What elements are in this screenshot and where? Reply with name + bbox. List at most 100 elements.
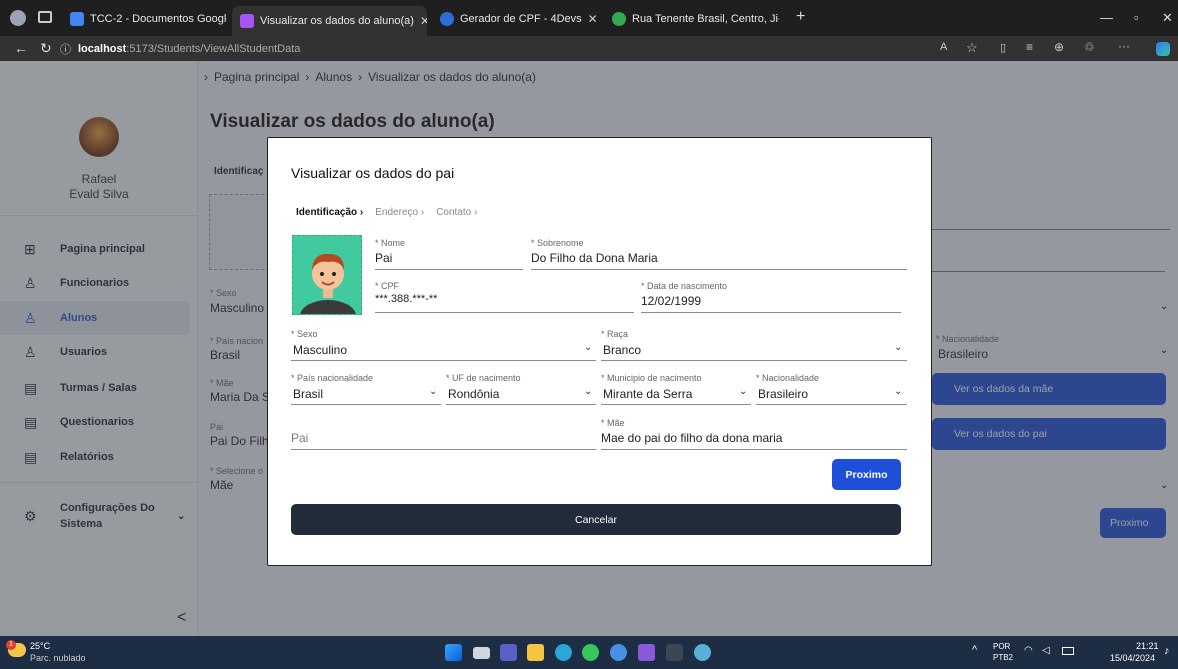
favorite-icon[interactable]: ☆ xyxy=(966,40,978,56)
browser-tab[interactable]: Rua Tenente Brasil, Centro, Ji-Par ✕ xyxy=(604,6,779,32)
wifi-icon[interactable]: ◠ xyxy=(1024,645,1033,656)
battery-icon[interactable] xyxy=(1062,647,1074,655)
nacionalidade-select[interactable]: Brasileiro xyxy=(758,387,808,401)
tab-identificacao[interactable]: Identificação › xyxy=(296,207,363,218)
profile-icon[interactable] xyxy=(10,10,26,26)
teams-icon[interactable] xyxy=(500,644,517,661)
tab-actions-icon[interactable] xyxy=(38,11,52,23)
chevron-right-icon: › xyxy=(420,207,425,218)
close-tab-icon[interactable]: ✕ xyxy=(588,12,597,26)
maps-icon xyxy=(612,12,626,26)
browser-tab[interactable]: TCC-2 - Documentos Google ✕ xyxy=(62,6,227,32)
father-photo[interactable] xyxy=(292,235,362,315)
nascimento-field[interactable]: 12/02/1999 xyxy=(641,294,701,308)
tab-label: Contato xyxy=(436,207,472,218)
docs-icon xyxy=(70,12,84,26)
close-tab-icon[interactable]: ✕ xyxy=(420,14,427,28)
browser-tab-active[interactable]: Visualizar os dados do aluno(a) ✕ xyxy=(232,6,427,36)
browser-icon[interactable] xyxy=(610,644,627,661)
cpf-label: * CPF xyxy=(375,281,400,291)
split-screen-icon[interactable]: ▯ xyxy=(1000,41,1006,54)
read-aloud-icon[interactable]: A xyxy=(940,41,947,53)
chevron-up-icon[interactable]: ^ xyxy=(972,644,977,656)
sobrenome-label: * Sobrenome xyxy=(531,238,584,248)
pais-label: * País nacionalidade xyxy=(291,373,374,383)
notification-bell-icon[interactable]: ♪ xyxy=(1164,645,1170,657)
browser-tab-bar: TCC-2 - Documentos Google ✕ Visualizar o… xyxy=(0,0,1178,36)
browser-tab[interactable]: Gerador de CPF - 4Devs ✕ xyxy=(432,6,597,32)
url-path: :5173/Students/ViewAllStudentData xyxy=(126,43,301,55)
windows-taskbar: 1 25°C Parc. nublado ^ POR PTB2 ◠ ◁ 21:2… xyxy=(0,636,1178,669)
tab-title: Rua Tenente Brasil, Centro, Ji-Par xyxy=(632,13,779,25)
clock-date: 15/04/2024 xyxy=(1110,653,1156,663)
url-field[interactable]: ⓘ localhost:5173/Students/ViewAllStudent… xyxy=(60,40,898,58)
app-icon[interactable] xyxy=(694,644,711,661)
start-icon[interactable] xyxy=(445,644,462,661)
weather-desc: Parc. nublado xyxy=(30,653,86,663)
mae-label: * Mãe xyxy=(601,418,625,428)
modal-title: Visualizar os dados do pai xyxy=(291,165,455,181)
url-host: localhost xyxy=(78,43,127,55)
edge-icon[interactable] xyxy=(555,644,572,661)
minimize-icon[interactable]: — xyxy=(1100,10,1113,25)
visual-studio-icon[interactable] xyxy=(638,644,655,661)
chevron-down-icon: ⌄ xyxy=(584,342,593,353)
back-icon[interactable]: ← xyxy=(14,40,28,56)
file-explorer-icon[interactable] xyxy=(527,644,544,661)
new-tab-icon[interactable]: + xyxy=(796,8,805,26)
sexo-underline xyxy=(291,360,596,361)
uf-select[interactable]: Rondônia xyxy=(448,387,499,401)
nome-field[interactable]: Pai xyxy=(375,251,392,265)
pai-field[interactable]: Pai xyxy=(291,431,308,445)
uf-underline xyxy=(446,404,596,405)
municipio-label: * Municipio de nacimento xyxy=(601,373,702,383)
favorites-icon[interactable]: ≡ xyxy=(1026,40,1033,54)
sexo-label: * Sexo xyxy=(291,329,318,339)
tab-endereco[interactable]: Endereço › xyxy=(375,207,424,218)
weather-badge: 1 xyxy=(6,640,16,650)
refresh-icon[interactable]: ↻ xyxy=(40,40,52,57)
chevron-right-icon: › xyxy=(359,207,364,218)
more-icon[interactable]: ··· xyxy=(1118,39,1130,53)
next-button[interactable]: Proximo xyxy=(832,459,901,490)
extensions-icon[interactable]: ♲ xyxy=(1084,40,1095,54)
restore-icon[interactable]: ▫ xyxy=(1134,10,1139,25)
municipio-select[interactable]: Mirante da Serra xyxy=(603,387,692,401)
language-line1[interactable]: POR xyxy=(993,642,1010,651)
sobrenome-field[interactable]: Do Filho da Dona Maria xyxy=(531,251,658,265)
nacionalidade-label: * Nacionalidade xyxy=(756,373,820,383)
task-view-icon[interactable] xyxy=(473,647,490,659)
modal-tabs: Identificação › Endereço › Contato › xyxy=(296,207,477,218)
municipio-underline xyxy=(601,404,751,405)
cpf-field[interactable]: ***.388.***-** xyxy=(375,293,437,305)
volume-icon[interactable]: ◁ xyxy=(1042,645,1050,656)
nome-label: * Nome xyxy=(375,238,406,248)
clock-time[interactable]: 21:21 xyxy=(1136,641,1159,651)
copilot-icon[interactable] xyxy=(1156,42,1170,56)
raca-label: * Raça xyxy=(601,329,629,339)
language-line2: PTB2 xyxy=(993,653,1014,662)
collections-icon[interactable]: ⊕ xyxy=(1054,40,1064,54)
tab-title: Visualizar os dados do aluno(a) xyxy=(260,15,414,27)
raca-select[interactable]: Branco xyxy=(603,343,641,357)
sexo-select[interactable]: Masculino xyxy=(293,343,347,357)
pai-underline xyxy=(291,449,596,450)
pais-select[interactable]: Brasil xyxy=(293,387,323,401)
address-bar-row: ← ↻ ⓘ localhost:5173/Students/ViewAllStu… xyxy=(0,36,1178,61)
tab-title: TCC-2 - Documentos Google xyxy=(90,13,227,25)
cpf-underline xyxy=(375,312,634,313)
chevron-down-icon: ⌄ xyxy=(894,386,903,397)
terminal-icon[interactable] xyxy=(666,644,683,661)
pais-underline xyxy=(291,404,441,405)
chevron-down-icon: ⌄ xyxy=(894,342,903,353)
close-window-icon[interactable]: ✕ xyxy=(1162,10,1173,26)
cancel-button[interactable]: Cancelar xyxy=(291,504,901,535)
mae-field[interactable]: Mae do pai do filho da dona maria xyxy=(601,431,782,445)
chevron-down-icon: ⌄ xyxy=(429,386,438,397)
chevron-down-icon: ⌄ xyxy=(739,386,748,397)
nome-underline xyxy=(375,269,523,270)
uf-label: * UF de nacimento xyxy=(446,373,521,383)
tab-contato[interactable]: Contato › xyxy=(436,207,477,218)
father-data-modal: Visualizar os dados do pai Identificação… xyxy=(267,137,932,566)
whatsapp-icon[interactable] xyxy=(582,644,599,661)
